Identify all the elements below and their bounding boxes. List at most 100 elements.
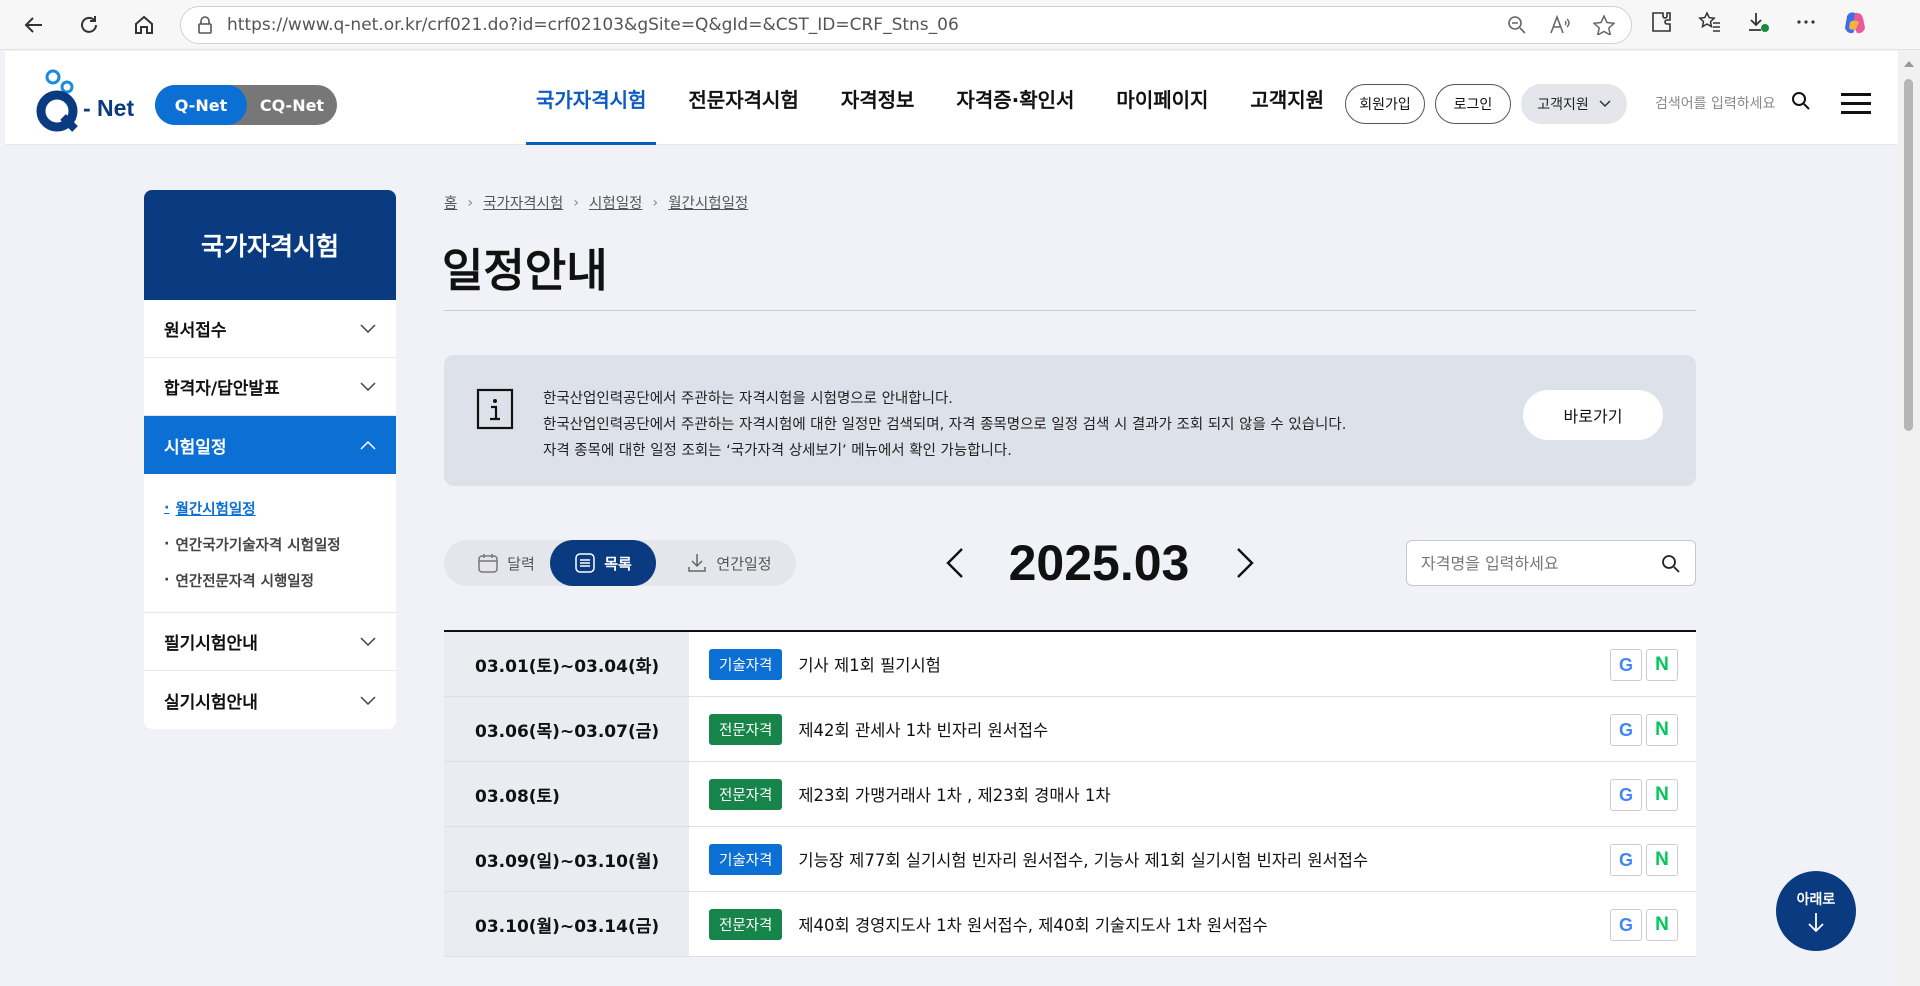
annual-view-button[interactable]: 연간일정 [666, 540, 792, 586]
nav-qualification-info[interactable]: 자격정보 [820, 51, 936, 145]
sub-item-annual-professional[interactable]: · 연간전문자격 시행일정 [164, 562, 396, 598]
row-text: 기사 제1회 필기시험 [798, 656, 941, 675]
sidebar-title: 국가자격시험 [144, 190, 396, 300]
chevron-up-icon [360, 440, 376, 450]
table-row: 03.10(월)~03.14(금) 전문자격 제40회 경영지도사 1차 원서접… [444, 892, 1696, 957]
chevron-right-icon[interactable] [1234, 547, 1256, 579]
sidebar-item-application[interactable]: 원서접수 [144, 300, 396, 358]
annual-view-label: 연간일정 [716, 554, 772, 573]
naver-calendar-icon[interactable]: N [1646, 779, 1678, 811]
naver-calendar-icon[interactable]: N [1646, 649, 1678, 681]
browser-toolbar: https://www.q-net.or.kr/crf021.do?id=crf… [0, 0, 1920, 50]
table-row: 03.01(토)~03.04(화) 기술자격 기사 제1회 필기시험 G N [444, 632, 1696, 697]
refresh-button[interactable] [69, 5, 109, 45]
favorites-icon[interactable] [1698, 10, 1722, 34]
naver-calendar-icon[interactable]: N [1646, 844, 1678, 876]
extensions-icon[interactable] [1650, 10, 1674, 34]
url-text[interactable]: https://www.q-net.or.kr/crf021.do?id=crf… [227, 15, 959, 35]
breadcrumb-monthly[interactable]: 월간시험일정 [668, 192, 748, 213]
downloads-icon[interactable] [1746, 10, 1770, 34]
list-icon [575, 553, 595, 573]
breadcrumb-home[interactable]: 홈 [444, 192, 457, 213]
more-options-icon[interactable] [1794, 10, 1818, 34]
google-calendar-icon[interactable]: G [1610, 909, 1642, 941]
chevron-down-icon [360, 382, 376, 391]
qnet-tab[interactable]: Q-Net [155, 85, 247, 125]
chevron-down-icon [360, 695, 376, 705]
home-button[interactable] [124, 5, 164, 45]
breadcrumb-national-exam[interactable]: 국가자격시험 [483, 192, 563, 213]
zoom-out-icon[interactable] [1507, 15, 1527, 35]
lock-icon [198, 16, 212, 34]
sub-item-monthly-schedule[interactable]: · 월간시험일정 [164, 490, 396, 526]
scroll-down-button[interactable]: 아래로 [1776, 871, 1856, 951]
scroll-up-icon[interactable] [1904, 61, 1914, 67]
breadcrumb-separator-icon: › [573, 194, 580, 211]
chevron-down-icon [1599, 100, 1611, 108]
sidebar-submenu: · 월간시험일정 · 연간국가기술자격 시험일정 · 연간전문자격 시행일정 [144, 474, 396, 613]
naver-calendar-icon[interactable]: N [1646, 909, 1678, 941]
sidebar-item-results[interactable]: 합격자/답안발표 [144, 358, 396, 416]
chevron-down-icon [360, 324, 376, 333]
table-row: 03.06(목)~03.07(금) 전문자격 제42회 관세사 1차 빈자리 원… [444, 697, 1696, 762]
signup-button[interactable]: 회원가입 [1345, 84, 1425, 124]
sidebar-item-schedule[interactable]: 시험일정 [144, 416, 396, 474]
breadcrumb-schedule[interactable]: 시험일정 [589, 192, 642, 213]
sidebar-item-label: 합격자/답안발표 [164, 379, 280, 399]
nav-certificate[interactable]: 자격증·확인서 [935, 51, 1095, 145]
chevron-down-icon [360, 637, 376, 646]
sidebar-item-label: 필기시험안내 [164, 634, 258, 654]
site-switch: Q-Net CQ-Net [155, 85, 337, 125]
nav-professional-exam[interactable]: 전문자격시험 [667, 51, 819, 145]
badge-pro: 전문자격 [709, 713, 783, 745]
qualification-search-input[interactable] [1421, 551, 1651, 575]
favorite-star-icon[interactable] [1593, 15, 1615, 35]
search-icon[interactable] [1661, 554, 1681, 574]
cqnet-tab[interactable]: CQ-Net [247, 85, 337, 125]
google-calendar-icon[interactable]: G [1610, 779, 1642, 811]
nav-national-exam[interactable]: 국가자격시험 [515, 51, 667, 145]
notice-line: 자격 종목에 대한 일정 조회는 ‘국가자격 상세보기’ 메뉴에서 확인 가능합… [543, 443, 1012, 459]
table-row: 03.09(일)~03.10(월) 기술자격 기능장 제77회 실기시험 빈자리… [444, 827, 1696, 892]
sidebar-item-label: 원서접수 [164, 321, 227, 341]
nav-mypage[interactable]: 마이페이지 [1095, 51, 1229, 145]
sidebar-item-practical-exam[interactable]: 실기시험안내 [144, 671, 396, 729]
address-bar[interactable]: https://www.q-net.or.kr/crf021.do?id=crf… [180, 6, 1632, 44]
back-button[interactable] [14, 5, 54, 45]
google-calendar-icon[interactable]: G [1610, 649, 1642, 681]
breadcrumb-separator-icon: › [467, 194, 474, 211]
sub-item-annual-national[interactable]: · 연간국가기술자격 시험일정 [164, 526, 396, 562]
copilot-icon[interactable] [1842, 10, 1868, 36]
calendar-view-label: 달력 [507, 554, 535, 573]
header-search-input[interactable]: 검색어를 입력하세요 [1655, 93, 1775, 113]
support-dropdown[interactable]: 고객지원 [1521, 84, 1627, 124]
calendar-view-button[interactable]: 달력 [462, 540, 550, 586]
scrollbar[interactable] [1898, 51, 1920, 986]
row-date: 03.09(일)~03.10(월) [444, 827, 689, 891]
breadcrumb: 홈 › 국가자격시험 › 시험일정 › 월간시험일정 [444, 192, 748, 213]
google-calendar-icon[interactable]: G [1610, 714, 1642, 746]
home-icon [135, 15, 153, 34]
list-view-button[interactable]: 목록 [550, 540, 656, 586]
search-icon[interactable] [1791, 91, 1811, 111]
google-calendar-icon[interactable]: G [1610, 844, 1642, 876]
nav-customer-support[interactable]: 고객지원 [1229, 51, 1345, 145]
shortcut-button[interactable]: 바로가기 [1523, 390, 1663, 440]
row-text: 제42회 관세사 1차 빈자리 원서접수 [798, 721, 1049, 740]
refresh-icon [81, 16, 97, 33]
notice-line: 한국산업인력공단에서 주관하는 자격시험을 시험명으로 안내합니다. [543, 391, 953, 407]
read-aloud-icon[interactable] [1549, 15, 1571, 35]
logo-text[interactable]: - Net [83, 95, 134, 122]
row-text: 제23회 가맹거래사 1차 , 제23회 경매사 1차 [798, 786, 1111, 805]
naver-calendar-icon[interactable]: N [1646, 714, 1678, 746]
download-icon [688, 554, 707, 572]
breadcrumb-separator-icon: › [652, 194, 659, 211]
sidebar-item-written-exam[interactable]: 필기시험안내 [144, 613, 396, 671]
chevron-left-icon[interactable] [944, 547, 966, 579]
scroll-thumb[interactable] [1904, 79, 1913, 431]
login-button[interactable]: 로그인 [1435, 84, 1511, 124]
notice-line: 한국산업인력공단에서 주관하는 자격시험에 대한 일정만 검색되며, 자격 종목… [543, 417, 1347, 433]
menu-icon[interactable] [1841, 93, 1871, 115]
row-date: 03.08(토) [444, 762, 689, 826]
arrow-down-icon [1808, 913, 1824, 933]
